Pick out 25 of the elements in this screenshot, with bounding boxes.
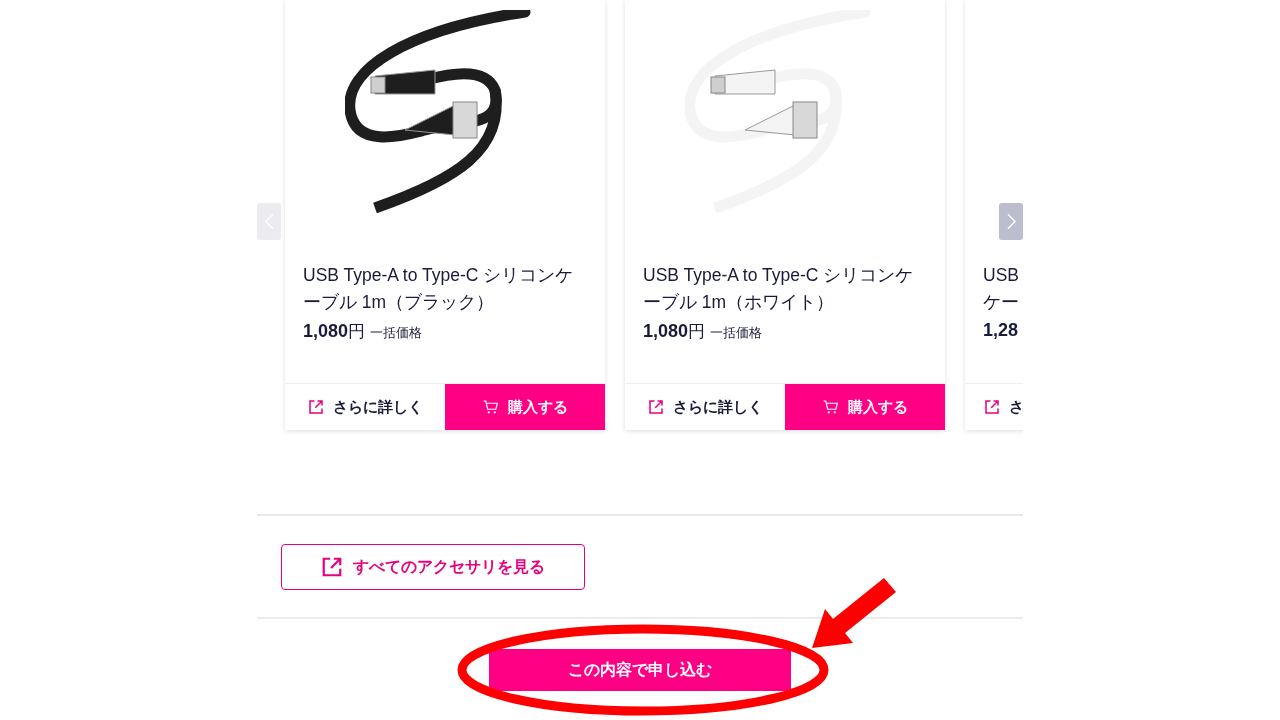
price-unit: 円 xyxy=(348,321,366,343)
product-title: USB Type-A to Type-C シリコンケーブル 1m（ホワイト） xyxy=(643,264,915,314)
details-button[interactable]: さらに詳しく xyxy=(285,384,445,430)
submit-button[interactable]: この内容で申し込む xyxy=(489,649,791,691)
price-note: 一括価格 xyxy=(370,324,423,342)
product-title: USB Type-A to Type-C シリコンケーブル 1m（ブラック） xyxy=(303,264,575,314)
product-price: 1,080 xyxy=(643,321,689,342)
external-link-icon xyxy=(307,398,325,416)
product-title: USB ケー xyxy=(983,264,1020,314)
buy-button[interactable]: 購入する xyxy=(785,384,945,430)
product-price: 1,28 xyxy=(983,320,1019,341)
cart-icon xyxy=(822,398,840,416)
price-unit: 円 xyxy=(688,321,706,343)
product-price: 1,080 xyxy=(303,321,349,342)
price-note: 一括価格 xyxy=(710,324,763,342)
chevron-right-icon xyxy=(1006,213,1016,230)
details-button[interactable]: さらに詳しく xyxy=(625,384,785,430)
details-button[interactable]: さ xyxy=(965,384,1023,430)
buy-button[interactable]: 購入する xyxy=(445,384,605,430)
all-accessories-button[interactable]: すべてのアクセサリを見る xyxy=(281,544,585,590)
external-link-icon xyxy=(647,398,665,416)
external-link-icon xyxy=(321,556,343,578)
cart-icon xyxy=(482,398,500,416)
carousel-next-button[interactable] xyxy=(999,203,1023,240)
external-link-icon xyxy=(983,398,1001,416)
